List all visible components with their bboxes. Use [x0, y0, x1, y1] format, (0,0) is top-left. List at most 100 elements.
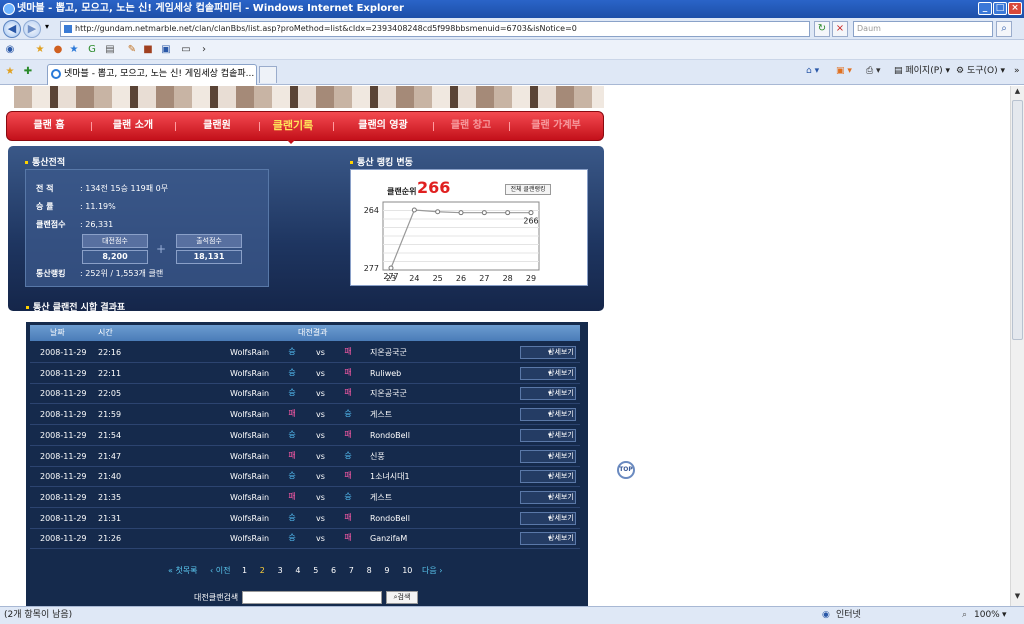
- row-right-result: 패: [344, 533, 352, 543]
- row-team: WolfsRain: [230, 534, 270, 544]
- pager-page[interactable]: 10: [402, 564, 412, 578]
- row-vs: vs: [316, 472, 325, 482]
- record-value: : 134전 15승 119패 0무: [80, 184, 169, 193]
- minimize-button[interactable]: _: [978, 2, 992, 15]
- nav-clan-members[interactable]: 클랜원: [175, 112, 259, 140]
- ranking-value: : 252위 / 1,553개 클랜: [80, 269, 164, 278]
- row-time: 22:16: [98, 348, 122, 357]
- close-window-button[interactable]: ×: [1008, 2, 1022, 15]
- detail-button[interactable]: ▾ 상세보기: [520, 408, 576, 422]
- scroll-thumb[interactable]: [1012, 100, 1023, 340]
- stats-box: 전 적: 134전 15승 119패 0무 승 률: 11.19% 클랜점수: …: [25, 169, 269, 287]
- detail-button-label: 상세보기: [548, 410, 574, 419]
- row-left-result: 패: [288, 491, 296, 501]
- search-icon[interactable]: ⌕: [996, 21, 1012, 37]
- detail-button-label: 상세보기: [548, 368, 574, 377]
- row-opponent: 게스트: [370, 410, 393, 420]
- row-team: WolfsRain: [230, 451, 270, 461]
- detail-button[interactable]: ▾ 상세보기: [520, 511, 576, 525]
- ie-icon: [3, 3, 15, 15]
- row-vs: vs: [316, 430, 325, 440]
- ie-menu-icon[interactable]: ◉: [4, 44, 16, 56]
- add-favorite-icon[interactable]: ✚: [22, 66, 34, 78]
- chevron-right-icon[interactable]: ›: [198, 44, 210, 56]
- nav-clan-intro[interactable]: 클랜 소개: [91, 112, 175, 140]
- tab-active[interactable]: 넷마블 - 뽑고, 모으고, 노는 신! 게임세상 컵솥파...: [47, 64, 257, 85]
- detail-button[interactable]: ▾ 상세보기: [520, 470, 576, 484]
- detail-button[interactable]: ▾ 상세보기: [520, 366, 576, 380]
- pager-prev[interactable]: ‹ 이전: [210, 564, 230, 578]
- pager-page[interactable]: 4: [295, 564, 300, 578]
- stop-icon[interactable]: ×: [832, 21, 848, 37]
- detail-button[interactable]: ▾ 상세보기: [520, 387, 576, 401]
- save-icon[interactable]: ▭: [180, 44, 192, 56]
- pager-page[interactable]: 6: [331, 564, 336, 578]
- forward-icon[interactable]: ▶: [23, 20, 41, 38]
- pager-page[interactable]: 1: [242, 564, 247, 578]
- address-toolbar: ◀ ▶ ▾ http://gundam.netmarble.net/clan/c…: [0, 18, 1024, 40]
- detail-button[interactable]: ▾ 상세보기: [520, 346, 576, 359]
- feeds-icon[interactable]: ▣ ▾: [836, 64, 852, 78]
- search-input[interactable]: Daum: [853, 21, 993, 37]
- address-bar[interactable]: http://gundam.netmarble.net/clan/clanBbs…: [60, 21, 810, 37]
- pager-page[interactable]: 2: [260, 564, 265, 578]
- nav-clan-records[interactable]: 클랜기록: [259, 112, 327, 140]
- google-icon[interactable]: G: [86, 44, 98, 56]
- pager-page[interactable]: 5: [313, 564, 318, 578]
- toolbar-overflow-icon[interactable]: »: [1014, 64, 1020, 78]
- pager-page[interactable]: 7: [349, 564, 354, 578]
- detail-button[interactable]: ▾ 상세보기: [520, 490, 576, 504]
- detail-button[interactable]: ▾ 상세보기: [520, 449, 576, 463]
- table-row: 2008-11-29 21:54 WolfsRain 승 vs 패 RondoBell ▾ 상…: [30, 426, 580, 446]
- window-title: 넷마블 - 뽑고, 모으고, 노는 신! 게임세상 컵솥파미터 - Window…: [17, 3, 404, 14]
- refresh-icon[interactable]: ↻: [814, 21, 830, 37]
- toolbar-icon-5[interactable]: ▤: [104, 44, 116, 56]
- clan-search-input[interactable]: [242, 591, 382, 604]
- vertical-scrollbar[interactable]: ▲ ▼: [1010, 86, 1024, 606]
- toolbar-icon-7[interactable]: ■: [142, 44, 154, 56]
- toolbar-icon-6[interactable]: ✎: [126, 44, 138, 56]
- x-tick-label: 24: [409, 274, 419, 283]
- pager-next[interactable]: 다음 ›: [422, 564, 442, 578]
- print-icon[interactable]: ⎙ ▾: [866, 64, 881, 78]
- all-rank-button[interactable]: 전체 클랜랭킹: [505, 184, 551, 195]
- detail-button[interactable]: ▾ 상세보기: [520, 428, 576, 442]
- home-icon[interactable]: ⌂ ▾: [806, 64, 819, 78]
- page-menu[interactable]: ▤ 페이지(P) ▾: [894, 64, 950, 78]
- favorites-star-icon[interactable]: ★: [4, 66, 16, 78]
- row-team: WolfsRain: [230, 513, 270, 523]
- tools-menu[interactable]: ⚙ 도구(O) ▾: [956, 64, 1005, 78]
- favorites-tool-icon[interactable]: ★: [34, 44, 46, 56]
- back-icon[interactable]: ◀: [3, 20, 21, 38]
- row-opponent: RondoBell: [370, 513, 410, 523]
- page-menu-label: 페이지(P): [905, 66, 943, 76]
- nav-clan-ledger[interactable]: 클랜 가계부: [509, 112, 603, 140]
- nav-clan-home[interactable]: 클랜 홈: [7, 112, 91, 140]
- row-date: 2008-11-29: [40, 410, 87, 420]
- pager-first[interactable]: « 첫목록: [168, 564, 198, 578]
- toolbar-icon-3[interactable]: ★: [68, 44, 80, 56]
- table-row: 2008-11-29 21:31 WolfsRain 승 vs 패 RondoBell ▾ 상…: [30, 509, 580, 529]
- section-title-ranking: 통산 랭킹 변동: [350, 155, 413, 168]
- toolbar-icon-8[interactable]: ▣: [160, 44, 172, 56]
- toolbar-icon-2[interactable]: ●: [52, 44, 64, 56]
- nav-clan-storage[interactable]: 클랜 창고: [433, 112, 509, 140]
- zoom-icon[interactable]: ⌕: [962, 607, 967, 623]
- history-dropdown-icon[interactable]: ▾: [45, 22, 49, 31]
- pager-page[interactable]: 9: [384, 564, 389, 578]
- zoom-text[interactable]: 100%: [974, 607, 1000, 623]
- new-tab-button[interactable]: [259, 66, 277, 83]
- row-team: WolfsRain: [230, 410, 270, 420]
- detail-button[interactable]: ▾ 상세보기: [520, 532, 576, 546]
- maximize-button[interactable]: □: [993, 2, 1007, 15]
- zoom-dropdown-icon[interactable]: ▾: [1002, 607, 1007, 623]
- scroll-up-icon[interactable]: ▲: [1012, 87, 1023, 99]
- pager-page[interactable]: 3: [278, 564, 283, 578]
- top-button[interactable]: TOP: [617, 461, 635, 479]
- scroll-down-icon[interactable]: ▼: [1012, 592, 1023, 604]
- clan-search-button[interactable]: ⌕검색: [386, 591, 418, 604]
- pager-page[interactable]: 8: [367, 564, 372, 578]
- data-point: [388, 265, 394, 271]
- nav-clan-glory[interactable]: 클랜의 영광: [333, 112, 433, 140]
- row-opponent: RondoBell: [370, 430, 410, 440]
